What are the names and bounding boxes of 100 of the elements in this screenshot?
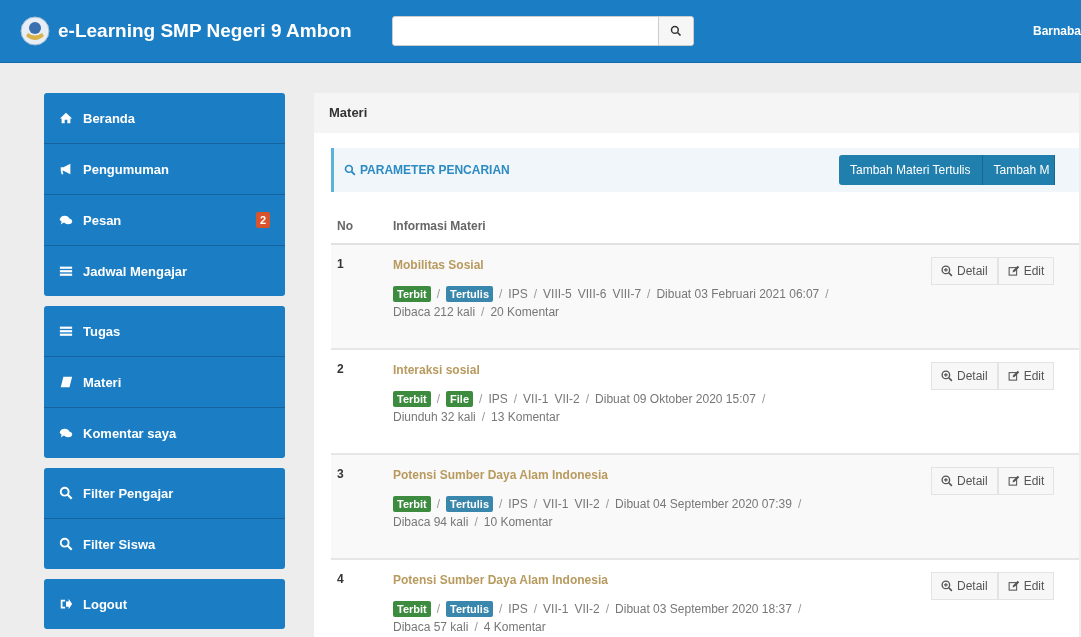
sidebar-item[interactable]: Filter Siswa	[44, 518, 285, 569]
zoom-in-icon	[941, 580, 953, 592]
meta-text: 10 Komentar	[483, 515, 553, 529]
separator-slash: /	[533, 287, 538, 301]
separator-slash: /	[474, 515, 478, 529]
detail-button[interactable]: Detail	[931, 572, 998, 600]
sidebar-item[interactable]: Jadwal Mengajar	[44, 245, 285, 296]
sidebar-item[interactable]: Beranda	[44, 93, 285, 143]
zoom-in-icon	[941, 370, 953, 382]
separator-slash: /	[761, 392, 766, 406]
chat-bubbles-icon	[59, 426, 73, 440]
separator-slash: /	[647, 287, 651, 301]
column-header: No	[336, 219, 354, 233]
meta-text: VII-1	[543, 497, 569, 511]
meta-text: Dibuat 03 Februari 2021 06:07	[656, 287, 820, 301]
meta-text: Dibaca 94 kali	[393, 515, 469, 529]
detail-button[interactable]: Detail	[931, 257, 998, 285]
separator-slash: /	[605, 497, 610, 511]
meta-text: VII-1	[523, 392, 549, 406]
sidebar-item[interactable]: Komentar saya	[44, 407, 285, 458]
meta-text: VIII-6	[577, 287, 607, 301]
sidebar-item[interactable]: Logout	[44, 579, 285, 629]
meta-text: VIII-7	[612, 287, 642, 301]
sidebar-item[interactable]: Materi	[44, 356, 285, 407]
search-icon	[59, 537, 73, 551]
meta-text: Diunduh 32 kali	[393, 410, 476, 424]
sidebar-item[interactable]: Tugas	[44, 306, 285, 356]
separator-slash: /	[513, 392, 518, 406]
megaphone-icon	[59, 162, 73, 176]
separator-slash: /	[481, 305, 485, 319]
material-title[interactable]: Interaksi sosial	[393, 363, 480, 377]
meta-text: VII-2	[554, 392, 580, 406]
edit-icon	[1007, 580, 1020, 592]
meta-text: IPS	[508, 602, 528, 616]
separator-slash: /	[436, 602, 441, 616]
separator-slash: /	[436, 287, 441, 301]
separator-slash: /	[481, 410, 486, 424]
material-title[interactable]: Mobilitas Sosial	[393, 258, 484, 272]
search-icon	[344, 164, 356, 176]
search-field[interactable]	[391, 16, 694, 46]
zoom-in-icon	[941, 265, 953, 277]
meta-text: VII-1	[543, 602, 569, 616]
material-title[interactable]: Potensi Sumber Daya Alam Indonesia	[393, 468, 608, 482]
meta-text: 13 Komentar	[491, 410, 560, 424]
search-icon[interactable]	[669, 25, 682, 37]
status-tag: Terbit	[393, 391, 431, 407]
search-icon	[59, 486, 73, 500]
row-number: 4	[336, 572, 345, 588]
meta-text: IPS	[508, 287, 528, 301]
meta-text: VII-2	[574, 602, 600, 616]
edit-icon	[1007, 265, 1020, 277]
count-badge: 2	[255, 212, 270, 228]
meta-text: Dibaca 212 kali	[393, 305, 476, 319]
search-parameter-toggle[interactable]: PARAMETER PENCARIAN	[344, 163, 510, 177]
separator-slash: /	[474, 620, 478, 634]
edit-button[interactable]: Edit	[997, 257, 1055, 285]
separator-slash: /	[533, 497, 538, 511]
sidebar-item[interactable]: Pesan 2	[44, 194, 285, 245]
edit-icon	[1007, 370, 1020, 382]
separator-slash: /	[499, 497, 503, 511]
detail-button[interactable]: Detail	[931, 362, 998, 390]
row-number: 1	[336, 257, 345, 273]
status-tag: Terbit	[393, 601, 431, 617]
status-tag: Terbit	[393, 496, 431, 512]
add-material-button[interactable]: Tambah M	[982, 155, 1055, 185]
separator-slash: /	[436, 497, 441, 511]
detail-button[interactable]: Detail	[931, 467, 998, 495]
sign-out-icon	[59, 597, 73, 611]
meta-text: VII-2	[574, 497, 600, 511]
status-tag: File	[446, 391, 474, 407]
sidebar-item[interactable]: Filter Pengajar	[44, 468, 285, 518]
list-icon	[59, 264, 73, 278]
emblem-logo-icon	[20, 16, 50, 46]
separator-slash: /	[499, 602, 503, 616]
separator-slash: /	[797, 497, 802, 511]
edit-button[interactable]: Edit	[997, 362, 1055, 390]
status-tag: Terbit	[393, 286, 431, 302]
meta-text: VIII-5	[543, 287, 572, 301]
chat-bubbles-icon	[59, 213, 73, 227]
meta-text: IPS	[508, 497, 528, 511]
status-tag: Tertulis	[446, 496, 493, 512]
material-title[interactable]: Potensi Sumber Daya Alam Indonesia	[393, 573, 608, 587]
separator-slash: /	[533, 602, 538, 616]
site-title[interactable]: e-Learning SMP Negeri 9 Ambon	[58, 20, 352, 42]
separator-slash: /	[499, 287, 503, 301]
zoom-in-icon	[941, 475, 953, 487]
user-name[interactable]: Barnaba	[1032, 24, 1081, 38]
meta-text: Dibaca 57 kali	[393, 620, 469, 634]
meta-text: Dibuat 04 September 2020 07:39	[615, 497, 792, 511]
home-icon	[59, 111, 73, 125]
edit-button[interactable]: Edit	[997, 467, 1055, 495]
sidebar-item[interactable]: Pengumuman	[44, 143, 285, 194]
edit-button[interactable]: Edit	[997, 572, 1055, 600]
row-number: 2	[336, 362, 345, 378]
meta-text: 4 Komentar	[483, 620, 546, 634]
separator-slash: /	[585, 392, 590, 406]
add-material-button[interactable]: Tambah Materi Tertulis	[839, 155, 983, 185]
meta-text: Dibuat 03 September 2020 18:37	[615, 602, 792, 616]
separator-slash: /	[825, 287, 829, 301]
meta-text: 20 Komentar	[490, 305, 560, 319]
